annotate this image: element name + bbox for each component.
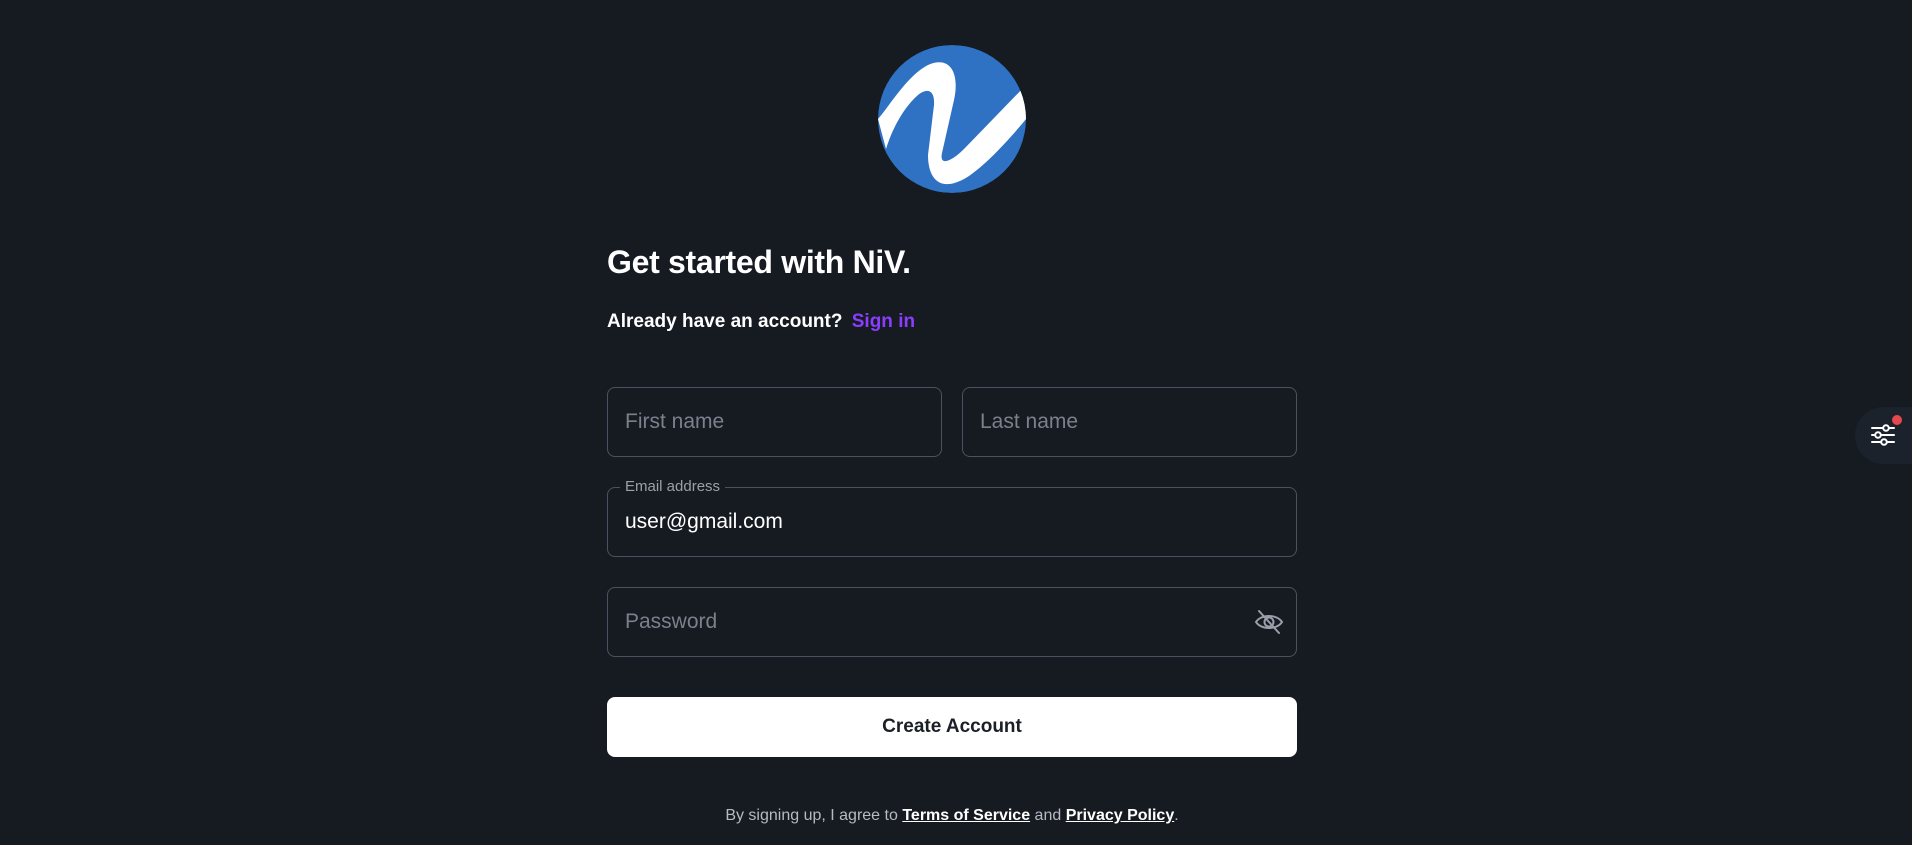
privacy-policy-link[interactable]: Privacy Policy (1066, 807, 1175, 824)
email-value: user@gmail.com (625, 510, 783, 533)
create-account-button[interactable]: Create Account (607, 697, 1297, 757)
terms-suffix: . (1174, 807, 1179, 824)
email-label: Email address (620, 478, 726, 495)
signin-link[interactable]: Sign in (852, 311, 915, 332)
sliders-icon (1871, 424, 1895, 446)
signin-prompt: Already have an account? Sign in (607, 311, 915, 333)
settings-floating-button[interactable] (1855, 407, 1912, 464)
eye-off-icon[interactable] (1254, 609, 1284, 635)
password-field[interactable]: Password (607, 587, 1297, 657)
terms-prefix: By signing up, I agree to (725, 807, 898, 824)
niv-logo-icon (878, 45, 1026, 193)
email-field[interactable]: Email address user@gmail.com (607, 478, 1297, 557)
last-name-placeholder: Last name (980, 410, 1079, 433)
signin-prompt-text: Already have an account? (607, 311, 843, 332)
page-title: Get started with NiV. (607, 244, 911, 280)
password-placeholder: Password (625, 610, 718, 633)
terms-of-service-link[interactable]: Terms of Service (902, 807, 1030, 824)
last-name-field[interactable]: Last name (962, 387, 1297, 457)
first-name-placeholder: First name (625, 410, 725, 433)
first-name-field[interactable]: First name (607, 387, 942, 457)
terms-notice: By signing up, I agree to Terms of Servi… (607, 807, 1297, 825)
signup-page: Get started with NiV. Already have an ac… (0, 0, 1912, 845)
terms-and: and (1034, 807, 1062, 824)
